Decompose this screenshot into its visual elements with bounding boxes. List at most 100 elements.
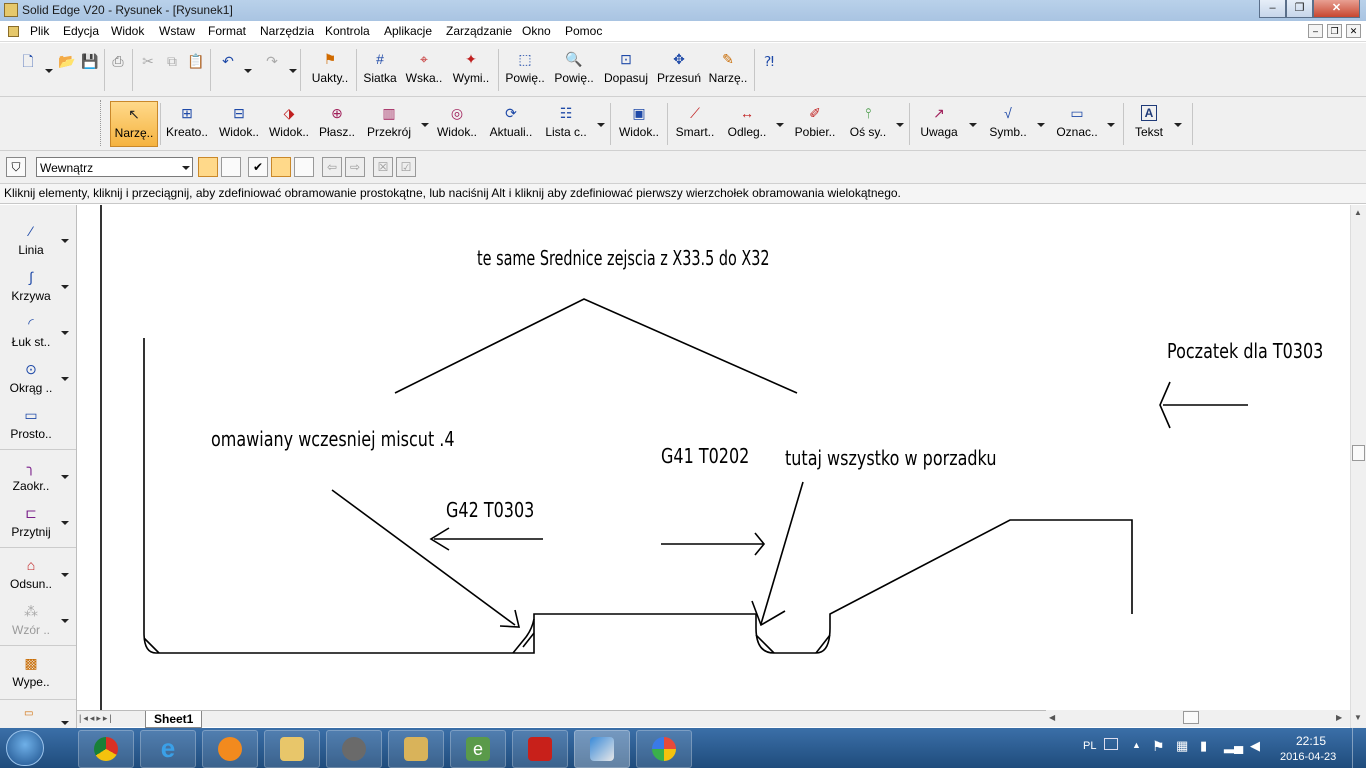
note-g41-t0202[interactable]: G41 T0202 <box>661 444 749 468</box>
tools-button[interactable]: ✎ Narzę.. <box>706 51 750 85</box>
mark-button[interactable]: ▭ Oznac.. <box>1052 105 1102 139</box>
principal-view-button[interactable]: ⊟ Widok.. <box>216 105 262 139</box>
fence-mode-select[interactable]: Wewnątrz <box>36 157 193 177</box>
scroll-right-icon[interactable]: ▶ <box>1336 713 1342 722</box>
menu-zarzadzanie[interactable]: Zarządzanie <box>446 24 512 38</box>
symbol-button[interactable]: √ Symb.. <box>984 105 1032 139</box>
mdi-minimize-button[interactable]: – <box>1308 24 1323 38</box>
menu-kontrola[interactable]: Kontrola <box>325 24 370 38</box>
axis-dropdown-arrow[interactable] <box>896 123 904 127</box>
dimension-button[interactable]: ✦ Wymi.. <box>450 51 492 85</box>
retrieve-button[interactable]: ✐ Pobier.. <box>790 105 840 139</box>
vertical-scrollbar[interactable]: ▲ ▼ <box>1350 205 1366 728</box>
fill-tool[interactable]: ▩ Wype.. <box>0 655 62 689</box>
menu-aplikacje[interactable]: Aplikacje <box>384 24 432 38</box>
minimize-button[interactable]: – <box>1259 0 1286 18</box>
select-mode-button-1[interactable] <box>198 157 218 177</box>
menu-plik[interactable]: Plik <box>30 24 49 38</box>
circle-tool[interactable]: ⊙ Okrąg .. <box>0 361 62 395</box>
solid-edge-app-icon[interactable] <box>4 3 18 17</box>
curve-tool[interactable]: ∫ Krzywa <box>0 269 62 303</box>
callout-dropdown-arrow[interactable] <box>969 123 977 127</box>
note-g42-t0303[interactable]: G42 T0303 <box>446 498 534 522</box>
scroll-left-icon[interactable]: ◀ <box>1049 713 1055 722</box>
menu-edycja[interactable]: Edycja <box>63 24 99 38</box>
clock-date[interactable]: 2016-04-23 <box>1280 751 1336 763</box>
sheet-nav-arrows[interactable]: |◂◂▸▸| <box>79 713 114 724</box>
show-hidden-icons-icon[interactable]: ▲ <box>1132 740 1141 750</box>
note-all-ok[interactable]: tutaj wszystko w porzadku <box>785 446 996 470</box>
more-tools-icon[interactable]: ▭ <box>24 708 38 719</box>
fillet-dropdown-arrow[interactable] <box>61 475 69 479</box>
pan-button[interactable]: ✥ Przesuń <box>656 51 702 85</box>
note-start-t0303[interactable]: Poczatek dla T0303 <box>1167 339 1323 363</box>
fence-overlap-button[interactable] <box>294 157 314 177</box>
callout-button[interactable]: ↗ Uwaga <box>916 105 962 139</box>
select-tool-button[interactable]: ↖ Narzę.. <box>110 101 158 147</box>
pointer-button[interactable]: ⌖ Wska.. <box>404 51 444 85</box>
smart-dimension-button[interactable]: ⟋ Smart.. <box>672 105 718 139</box>
clock-time[interactable]: 22:15 <box>1296 734 1326 748</box>
more-tools-dropdown-arrow[interactable] <box>61 721 69 725</box>
trim-dropdown-arrow[interactable] <box>61 521 69 525</box>
vertical-scroll-thumb[interactable] <box>1352 445 1365 461</box>
section-button[interactable]: ▥ Przekrój <box>362 105 416 139</box>
new-file-button[interactable]: 🗋 <box>18 53 38 69</box>
new-dropdown-arrow[interactable] <box>45 69 53 73</box>
symmetry-axis-button[interactable]: ⫯ Oś sy.. <box>846 105 890 139</box>
detail-view-button[interactable]: ◎ Widok.. <box>434 105 480 139</box>
package-taskbar-button[interactable] <box>388 730 444 768</box>
note-miscut[interactable]: omawiany wczesniej miscut .4 <box>211 427 455 451</box>
mark-dropdown-arrow[interactable] <box>1107 123 1115 127</box>
cutting-plane-button[interactable]: ⊕ Płasz.. <box>316 105 358 139</box>
part-profile[interactable] <box>143 338 1133 654</box>
signal-icon[interactable]: ▂▄ <box>1224 738 1243 754</box>
parts-list-button[interactable]: ☷ Lista c.. <box>542 105 590 139</box>
menu-format[interactable]: Format <box>208 24 246 38</box>
trim-tool[interactable]: ⊏ Przytnij <box>0 505 62 539</box>
network-icon[interactable]: ▦ <box>1176 738 1188 754</box>
select-mode-button-2[interactable] <box>221 157 241 177</box>
symbol-dropdown-arrow[interactable] <box>1037 123 1045 127</box>
volume-icon[interactable]: ◀ <box>1250 738 1260 754</box>
open-button[interactable]: 📂 <box>57 53 77 69</box>
distance-dropdown-arrow[interactable] <box>776 123 784 127</box>
update-button[interactable]: ⚑ Uakty.. <box>308 51 352 85</box>
menu-wstaw[interactable]: Wstaw <box>159 24 195 38</box>
text-dropdown-arrow[interactable] <box>1174 123 1182 127</box>
drawing-view-button[interactable]: ▣ Widok.. <box>616 105 662 139</box>
section-dropdown-arrow[interactable] <box>421 123 429 127</box>
menu-okno[interactable]: Okno <box>522 24 551 38</box>
pattern-dropdown-arrow[interactable] <box>61 619 69 623</box>
horizontal-scroll-thumb[interactable] <box>1183 711 1199 724</box>
acrobat-taskbar-button[interactable] <box>512 730 568 768</box>
help-button[interactable]: ⁈ <box>758 53 780 69</box>
view-wizard-button[interactable]: ⊞ Kreato.. <box>164 105 210 139</box>
line-tool[interactable]: ⁄ Linia <box>0 223 62 257</box>
text-button[interactable]: A Tekst <box>1130 105 1168 139</box>
mdi-restore-button[interactable]: ❐ <box>1327 24 1342 38</box>
show-desktop-button[interactable] <box>1352 728 1366 768</box>
circle-dropdown-arrow[interactable] <box>61 377 69 381</box>
paste-button[interactable]: 📋 <box>186 53 206 69</box>
chrome-taskbar-button[interactable] <box>78 730 134 768</box>
mdi-close-button[interactable]: ✕ <box>1346 24 1361 38</box>
sheet-tab-sheet1[interactable]: Sheet1 <box>145 711 203 728</box>
document-icon[interactable] <box>8 26 19 37</box>
diameter-leader-lines[interactable] <box>394 298 798 394</box>
fit-button[interactable]: ⊡ Dopasuj <box>602 51 650 85</box>
grid-button[interactable]: # Siatka <box>362 51 398 85</box>
ie-taskbar-button[interactable]: e <box>140 730 196 768</box>
line-dropdown-arrow[interactable] <box>61 239 69 243</box>
offset-tool[interactable]: ⌂ Odsun.. <box>0 557 62 591</box>
fence-inside-button[interactable] <box>271 157 291 177</box>
auxiliary-view-button[interactable]: ⬗ Widok.. <box>266 105 312 139</box>
drawing-canvas[interactable]: te same Srednice zejscia z X33.5 do X32 … <box>77 205 1350 710</box>
arc-dropdown-arrow[interactable] <box>61 331 69 335</box>
checkmark-button[interactable]: ✔ <box>248 157 268 177</box>
power-icon[interactable]: ▮ <box>1200 738 1207 754</box>
menu-narzedzia[interactable]: Narzędzia <box>260 24 314 38</box>
undo-dropdown-arrow[interactable] <box>244 69 252 73</box>
language-indicator[interactable]: PL <box>1083 740 1096 752</box>
restore-button[interactable]: ❐ <box>1286 0 1313 18</box>
